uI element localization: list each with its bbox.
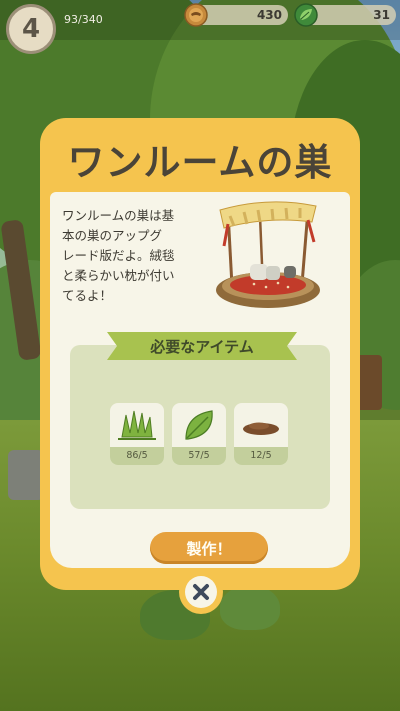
leaf-coin-icon — [294, 3, 318, 27]
mud-icon — [243, 422, 279, 435]
description-line: と柔らかい枕が付い — [62, 268, 175, 283]
item-count: 12/5 — [234, 447, 288, 465]
item-count: 57/5 — [172, 447, 226, 465]
required-item-slot: 57/5 — [172, 403, 226, 465]
dialog-body: ワンルームの巣は基 本の巣のアップグ レード版だよ。絨毯 と柔らかい枕が付い て… — [50, 192, 350, 568]
item-count: 86/5 — [110, 447, 164, 465]
crafting-dialog: ワンルームの巣 ワンルームの巣は基 本の巣のアップグ レード版だよ。絨毯 と柔ら… — [40, 118, 360, 590]
leaf-count: 31 — [373, 8, 390, 22]
required-items-panel: 86/5 57/5 12/5 — [70, 345, 330, 509]
required-item-slot: 86/5 — [110, 403, 164, 465]
stone-block — [8, 450, 44, 500]
experience-counter: 93/340 — [64, 13, 103, 26]
craft-button[interactable]: 製作！ — [150, 532, 268, 564]
description-line: てるよ！ — [62, 288, 113, 303]
description-line: ワンルームの巣は基 — [62, 208, 175, 223]
nest-preview-image — [216, 201, 320, 308]
close-button-inner — [185, 576, 217, 608]
acorn-currency-counter: 430 — [184, 3, 288, 27]
acorn-coin-icon — [184, 3, 208, 27]
close-button[interactable] — [179, 570, 223, 614]
description-line: 本の巣のアップグ — [62, 228, 163, 243]
close-icon — [193, 584, 209, 600]
required-items-ribbon: 必要なアイテム — [107, 332, 297, 360]
fern-plant — [220, 585, 280, 630]
item-description: ワンルームの巣は基 本の巣のアップグ レード版だよ。絨毯 と柔らかい枕が付い て… — [62, 206, 214, 306]
player-level-badge: 4 — [6, 4, 56, 54]
required-item-slot: 12/5 — [234, 403, 288, 465]
grass-icon — [118, 410, 156, 440]
required-items-header: 必要なアイテム — [150, 337, 254, 356]
top-hud-bar: 4 93/340 430 31 — [0, 0, 400, 54]
acorn-count: 430 — [256, 8, 282, 22]
description-line: レード版だよ。絨毯 — [62, 248, 175, 263]
leaf-icon — [185, 410, 213, 440]
leaf-currency-counter: 31 — [294, 3, 396, 27]
dialog-title: ワンルームの巣 — [67, 141, 333, 184]
